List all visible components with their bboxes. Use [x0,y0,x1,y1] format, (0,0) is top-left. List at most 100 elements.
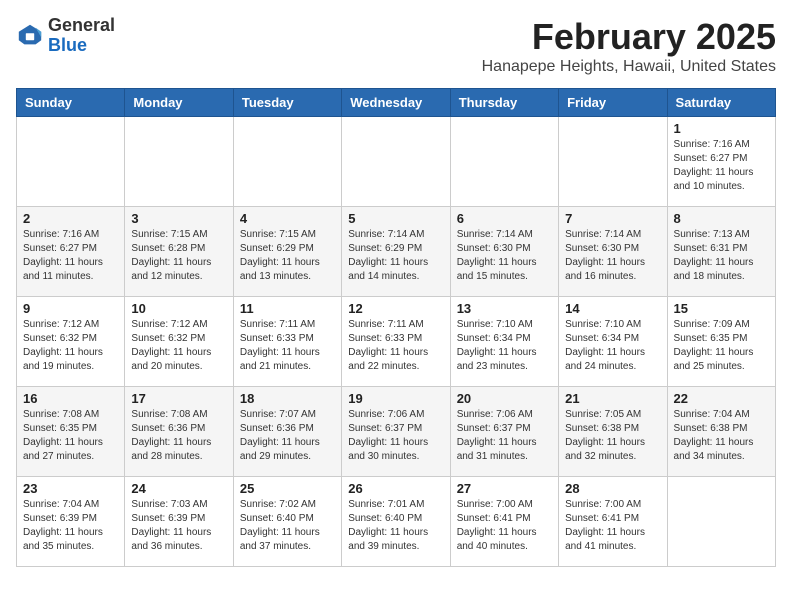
day-info: Sunrise: 7:02 AM Sunset: 6:40 PM Dayligh… [240,498,335,554]
day-number: 9 [23,301,118,316]
calendar-cell [125,117,233,207]
weekday-header-friday: Friday [559,89,667,117]
day-number: 4 [240,211,335,226]
calendar-cell: 5 Sunrise: 7:14 AM Sunset: 6:29 PM Daylig… [342,207,450,297]
calendar-cell: 17 Sunrise: 7:08 AM Sunset: 6:36 PM Dayli… [125,387,233,477]
day-number: 22 [674,391,769,406]
calendar-table: SundayMondayTuesdayWednesdayThursdayFrid… [16,88,776,567]
day-info: Sunrise: 7:15 AM Sunset: 6:29 PM Dayligh… [240,228,335,284]
calendar-cell: 27 Sunrise: 7:00 AM Sunset: 6:41 PM Dayli… [450,477,558,567]
month-title: February 2025 [482,16,776,58]
day-number: 6 [457,211,552,226]
calendar-cell: 14Sunrise: 7:10 AM Sunset: 6:34 PM Dayli… [559,297,667,387]
day-info: Sunrise: 7:00 AM Sunset: 6:41 PM Dayligh… [457,498,552,554]
calendar-cell: 19 Sunrise: 7:06 AM Sunset: 6:37 PM Dayli… [342,387,450,477]
day-info: Sunrise: 7:12 AM Sunset: 6:32 PM Dayligh… [23,318,118,374]
day-info: Sunrise: 7:14 AM Sunset: 6:29 PM Dayligh… [348,228,443,284]
calendar-cell: 9 Sunrise: 7:12 AM Sunset: 6:32 PM Daylig… [17,297,125,387]
day-info: Sunrise: 7:05 AM Sunset: 6:38 PM Dayligh… [565,408,660,464]
calendar-cell: 2 Sunrise: 7:16 AM Sunset: 6:27 PM Daylig… [17,207,125,297]
calendar-cell [667,477,775,567]
calendar-cell [450,117,558,207]
logo-general-text: General [48,15,115,35]
day-info: Sunrise: 7:15 AM Sunset: 6:28 PM Dayligh… [131,228,226,284]
week-row-5: 23Sunrise: 7:04 AM Sunset: 6:39 PM Dayli… [17,477,776,567]
day-info: Sunrise: 7:14 AM Sunset: 6:30 PM Dayligh… [457,228,552,284]
day-number: 11 [240,301,335,316]
day-info: Sunrise: 7:07 AM Sunset: 6:36 PM Dayligh… [240,408,335,464]
day-number: 12 [348,301,443,316]
day-info: Sunrise: 7:01 AM Sunset: 6:40 PM Dayligh… [348,498,443,554]
day-info: Sunrise: 7:10 AM Sunset: 6:34 PM Dayligh… [457,318,552,374]
day-info: Sunrise: 7:12 AM Sunset: 6:32 PM Dayligh… [131,318,226,374]
weekday-header-sunday: Sunday [17,89,125,117]
week-row-4: 16 Sunrise: 7:08 AM Sunset: 6:35 PM Dayli… [17,387,776,477]
calendar-cell: 6 Sunrise: 7:14 AM Sunset: 6:30 PM Daylig… [450,207,558,297]
day-number: 7 [565,211,660,226]
day-number: 1 [674,121,769,136]
calendar-cell: 4 Sunrise: 7:15 AM Sunset: 6:29 PM Daylig… [233,207,341,297]
day-number: 16 [23,391,118,406]
day-info: Sunrise: 7:04 AM Sunset: 6:39 PM Dayligh… [23,498,118,554]
day-info: Sunrise: 7:08 AM Sunset: 6:35 PM Dayligh… [23,408,118,464]
calendar-cell: 15Sunrise: 7:09 AM Sunset: 6:35 PM Dayli… [667,297,775,387]
day-number: 17 [131,391,226,406]
day-number: 28 [565,481,660,496]
calendar-cell [17,117,125,207]
day-info: Sunrise: 7:13 AM Sunset: 6:31 PM Dayligh… [674,228,769,284]
calendar-cell: 23Sunrise: 7:04 AM Sunset: 6:39 PM Dayli… [17,477,125,567]
day-number: 13 [457,301,552,316]
calendar-cell: 21 Sunrise: 7:05 AM Sunset: 6:38 PM Dayli… [559,387,667,477]
week-row-2: 2 Sunrise: 7:16 AM Sunset: 6:27 PM Daylig… [17,207,776,297]
day-number: 20 [457,391,552,406]
day-number: 5 [348,211,443,226]
day-info: Sunrise: 7:08 AM Sunset: 6:36 PM Dayligh… [131,408,226,464]
weekday-header-tuesday: Tuesday [233,89,341,117]
calendar-cell: 25 Sunrise: 7:02 AM Sunset: 6:40 PM Dayli… [233,477,341,567]
day-info: Sunrise: 7:11 AM Sunset: 6:33 PM Dayligh… [240,318,335,374]
weekday-header-saturday: Saturday [667,89,775,117]
week-row-1: 1 Sunrise: 7:16 AM Sunset: 6:27 PM Daylig… [17,117,776,207]
calendar-cell: 13 Sunrise: 7:10 AM Sunset: 6:34 PM Dayli… [450,297,558,387]
day-number: 18 [240,391,335,406]
day-number: 3 [131,211,226,226]
weekday-header-thursday: Thursday [450,89,558,117]
day-info: Sunrise: 7:03 AM Sunset: 6:39 PM Dayligh… [131,498,226,554]
calendar-cell: 22Sunrise: 7:04 AM Sunset: 6:38 PM Dayli… [667,387,775,477]
day-info: Sunrise: 7:00 AM Sunset: 6:41 PM Dayligh… [565,498,660,554]
day-number: 10 [131,301,226,316]
day-info: Sunrise: 7:10 AM Sunset: 6:34 PM Dayligh… [565,318,660,374]
calendar-cell: 12 Sunrise: 7:11 AM Sunset: 6:33 PM Dayli… [342,297,450,387]
weekday-header-row: SundayMondayTuesdayWednesdayThursdayFrid… [17,89,776,117]
calendar-cell: 8 Sunrise: 7:13 AM Sunset: 6:31 PM Daylig… [667,207,775,297]
day-number: 26 [348,481,443,496]
location-text: Hanapepe Heights, Hawaii, United States [482,58,776,76]
calendar-cell: 26 Sunrise: 7:01 AM Sunset: 6:40 PM Dayli… [342,477,450,567]
day-info: Sunrise: 7:16 AM Sunset: 6:27 PM Dayligh… [23,228,118,284]
day-info: Sunrise: 7:11 AM Sunset: 6:33 PM Dayligh… [348,318,443,374]
logo-blue-text: Blue [48,35,87,55]
calendar-cell: 11 Sunrise: 7:11 AM Sunset: 6:33 PM Dayli… [233,297,341,387]
day-info: Sunrise: 7:16 AM Sunset: 6:27 PM Dayligh… [674,138,769,194]
weekday-header-wednesday: Wednesday [342,89,450,117]
calendar-cell [233,117,341,207]
day-number: 15 [674,301,769,316]
day-number: 27 [457,481,552,496]
calendar-cell [559,117,667,207]
day-number: 19 [348,391,443,406]
day-number: 25 [240,481,335,496]
day-number: 8 [674,211,769,226]
day-number: 2 [23,211,118,226]
calendar-cell [342,117,450,207]
day-info: Sunrise: 7:14 AM Sunset: 6:30 PM Dayligh… [565,228,660,284]
calendar-cell: 7 Sunrise: 7:14 AM Sunset: 6:30 PM Daylig… [559,207,667,297]
calendar-cell: 16 Sunrise: 7:08 AM Sunset: 6:35 PM Dayli… [17,387,125,477]
day-info: Sunrise: 7:06 AM Sunset: 6:37 PM Dayligh… [348,408,443,464]
logo-icon [16,22,44,50]
week-row-3: 9 Sunrise: 7:12 AM Sunset: 6:32 PM Daylig… [17,297,776,387]
day-number: 21 [565,391,660,406]
day-info: Sunrise: 7:06 AM Sunset: 6:37 PM Dayligh… [457,408,552,464]
logo: General Blue [16,16,115,56]
weekday-header-monday: Monday [125,89,233,117]
calendar-cell: 3 Sunrise: 7:15 AM Sunset: 6:28 PM Daylig… [125,207,233,297]
